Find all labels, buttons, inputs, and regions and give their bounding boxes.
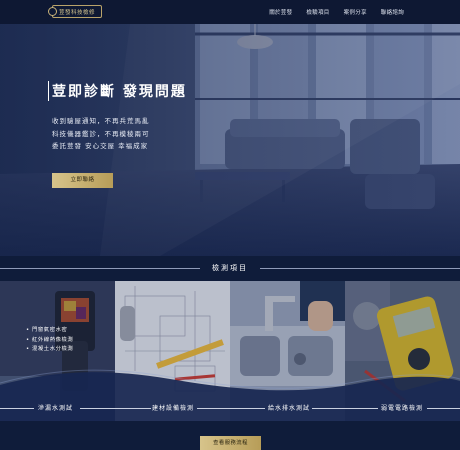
card-label-row: 滲漏水測試 [0,403,115,413]
divider-line [260,268,460,269]
top-nav: 荳發科技檢修 關於荳發 檢驗項目 案例分享 聯絡諮詢 [0,0,460,24]
label-line [197,408,230,409]
hero-line: 委託荳發 安心交屋 幸福成家 [52,142,149,150]
logo-text: 荳發科技檢修 [58,9,95,16]
card-label: 滲漏水測試 [38,405,74,412]
feature-item: • 門窗氣密水密 [26,327,68,333]
hero-title: 荳即診斷 發現問題 [52,84,187,100]
label-line [230,408,265,409]
card-label: 弱電電路檢測 [381,405,424,412]
card-label-row: 建材設備檢測 [115,403,230,413]
card-label-row: 弱電電路檢測 [345,403,460,413]
menu-item-about[interactable]: 關於荳發 [269,8,292,16]
card-label-row: 給水排水測試 [230,403,345,413]
hero-banner: 荳即診斷 發現問題 收到驗屋通知，不再兵荒馬亂 科技儀器鑑診，不再模稜兩可 委託… [0,24,460,256]
hero-content: 荳即診斷 發現問題 收到驗屋通知，不再兵荒馬亂 科技儀器鑑診，不再模稜兩可 委託… [48,81,187,188]
divider-line [0,268,200,269]
label-line [115,408,151,409]
card-label: 給水排水測試 [268,405,311,412]
main-menu: 關於荳發 檢驗項目 案例分享 聯絡諮詢 [269,8,404,16]
hero-line: 科技儀器鑑診，不再模稜兩可 [52,129,150,138]
label-line [312,408,345,409]
label-line [345,408,378,409]
menu-item-contact[interactable]: 聯絡諮詢 [381,8,404,16]
feature-item: • 混凝土水分檢測 [26,346,74,352]
view-service-process-button[interactable]: 查看服務流程 [200,436,261,450]
hero-accent-bar [48,81,49,101]
leak-feature-list: • 門窗氣密水密 • 紅外線熱像檢測 • 混凝土水分檢測 [26,326,73,355]
label-line [427,408,460,409]
page: 荳發科技檢修 關於荳發 檢驗項目 案例分享 聯絡諮詢 荳即診斷 發現問題 收到驗… [0,0,460,450]
contact-now-button[interactable]: 立即聯絡 [52,172,113,188]
menu-item-inspection[interactable]: 檢驗項目 [306,8,329,16]
logo[interactable]: 荳發科技檢修 [48,5,102,18]
hero-description: 收到驗屋通知，不再兵荒馬亂 科技儀器鑑診，不再模稜兩可 委託荳發 安心交屋 幸福… [52,115,187,153]
service-cards: • 門窗氣密水密 • 紅外線熱像檢測 • 混凝土水分檢測 滲漏水測試 建材設備檢… [0,281,460,421]
section-title: 檢測項目 [212,264,248,272]
menu-item-cases[interactable]: 案例分享 [344,8,367,16]
label-line [0,408,34,409]
hero-line: 收到驗屋通知，不再兵荒馬亂 [52,117,150,125]
logo-emblem-icon [48,7,57,16]
feature-item: • 紅外線熱像檢測 [26,336,74,343]
label-line [80,408,115,409]
card-label: 建材設備檢測 [152,405,195,412]
section-header: 檢測項目 [0,262,460,274]
